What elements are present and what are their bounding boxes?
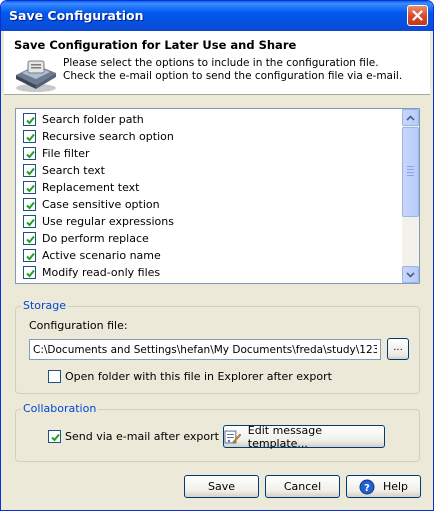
option-label: Search folder path [42,113,144,126]
send-email-option[interactable]: Send via e-mail after export [48,430,219,443]
close-button[interactable] [407,5,428,26]
checkmark-icon [26,235,35,244]
svg-text:?: ? [364,483,370,494]
checkmark-icon [26,201,35,210]
scroll-thumb[interactable] [402,127,419,217]
save-button-label: Save [207,480,235,493]
option-label: Replacement text [42,181,140,194]
option-item[interactable]: Search folder path [23,111,144,128]
open-folder-option[interactable]: Open folder with this file in Explorer a… [48,370,332,383]
option-label: Use regular expressions [42,215,174,228]
open-folder-checkbox[interactable] [48,370,61,383]
storage-group-label: Storage [21,299,69,312]
header-title: Save Configuration for Later Use and Sha… [14,38,297,52]
option-checkbox[interactable] [23,266,36,279]
window-title: Save Configuration [9,8,144,23]
option-item[interactable]: Use regular expressions [23,213,174,230]
option-checkbox[interactable] [23,147,36,160]
checkmark-icon [26,269,35,278]
scroll-down-button[interactable] [402,266,419,283]
chevron-up-icon [406,114,415,121]
configuration-drive-icon [16,60,56,92]
save-button[interactable]: Save [184,475,259,498]
scroll-up-button[interactable] [402,109,419,126]
checkmark-icon [26,184,35,193]
option-item[interactable]: Modify read-only files [23,264,160,281]
header-description-line1: Please select the options to include in … [63,57,379,69]
option-checkbox[interactable] [23,113,36,126]
edit-template-icon [224,430,242,443]
chevron-down-icon [406,271,415,278]
header-description: Please select the options to include in … [63,57,402,83]
send-email-checkbox[interactable] [48,430,61,443]
option-item[interactable]: File filter [23,145,90,162]
option-label: Case sensitive option [42,198,160,211]
option-checkbox[interactable] [23,215,36,228]
option-checkbox[interactable] [23,130,36,143]
collaboration-group-label: Collaboration [21,402,99,415]
checkmark-icon [26,167,35,176]
option-checkbox[interactable] [23,198,36,211]
option-label: Modify read-only files [42,266,161,279]
dialog-header: Save Configuration for Later Use and Sha… [4,31,430,95]
option-item[interactable]: Do perform replace [23,230,149,247]
edit-message-template-label: Edit message template... [247,423,323,450]
options-checklist[interactable]: Search folder path Recursive search optio… [15,108,420,284]
configuration-file-label: Configuration file: [29,319,128,332]
checkmark-icon [26,252,35,261]
open-folder-label: Open folder with this file in Explorer a… [65,370,332,383]
send-email-label: Send via e-mail after export [65,430,219,443]
checkmark-icon [51,433,60,442]
option-label: Do perform replace [42,232,149,245]
option-item[interactable]: Replacement text [23,179,140,196]
option-label: Search text [42,164,105,177]
help-button[interactable]: ? Help [346,475,421,498]
close-icon [412,10,423,21]
option-checkbox[interactable] [23,181,36,194]
title-bar[interactable]: Save Configuration [1,1,433,31]
cancel-button-label: Cancel [283,480,322,493]
edit-message-template-button[interactable]: Edit message template... [223,423,385,450]
option-item[interactable]: Search text [23,162,105,179]
option-item[interactable]: Recursive search option [23,128,174,145]
option-item[interactable]: Case sensitive option [23,196,160,213]
options-scrollbar[interactable] [402,109,419,283]
option-label: Recursive search option [42,130,174,143]
header-description-line2: Check the e-mail option to send the conf… [63,70,403,82]
option-checkbox[interactable] [23,232,36,245]
checkmark-icon [26,218,35,227]
option-checkbox[interactable] [23,164,36,177]
configuration-file-input[interactable] [29,339,381,360]
browse-button[interactable]: ... [387,338,409,360]
save-configuration-dialog: Save Configuration Save Configuration fo… [0,0,434,511]
checkmark-icon [26,116,35,125]
option-checkbox[interactable] [23,249,36,262]
checkmark-icon [26,133,35,142]
option-item[interactable]: Active scenario name [23,247,161,264]
help-button-label: Help [382,480,409,493]
option-label: Active scenario name [42,249,161,262]
help-icon: ? [359,479,375,494]
checkmark-icon [26,150,35,159]
option-label: File filter [42,147,90,160]
cancel-button[interactable]: Cancel [265,475,340,498]
